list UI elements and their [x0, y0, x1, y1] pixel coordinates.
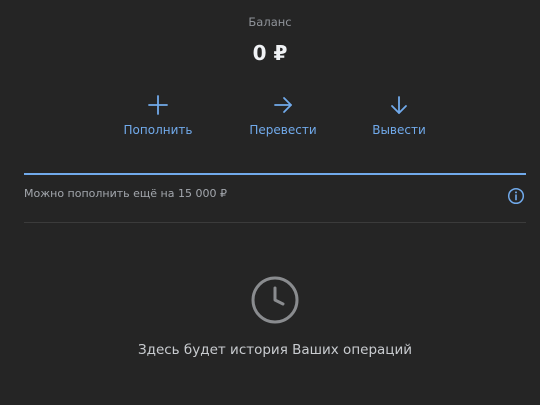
- transfer-button[interactable]: Перевести: [228, 91, 338, 143]
- history-empty-message: Здесь будет история Ваших операций: [137, 342, 413, 358]
- clock-icon: [251, 276, 299, 324]
- arrow-right-icon: [274, 97, 292, 113]
- section-divider: [24, 222, 526, 223]
- balance-caption: Баланс: [248, 15, 292, 29]
- balance-amount: 0 ₽: [252, 41, 288, 65]
- top-up-limit-progress-fill: [24, 173, 526, 175]
- top-up-limit-progress: [24, 173, 526, 175]
- top-up-button[interactable]: Пополнить: [103, 91, 213, 143]
- wallet-panel: Баланс 0 ₽ Пополнить Перевести Вывести М…: [0, 0, 540, 405]
- plus-icon: [148, 95, 168, 115]
- transfer-label: Перевести: [249, 123, 317, 137]
- top-up-label: Пополнить: [123, 123, 193, 137]
- withdraw-label: Вывести: [372, 123, 426, 137]
- top-up-limit-text: Можно пополнить ещё на 15 000 ₽: [24, 187, 227, 200]
- info-icon[interactable]: [507, 187, 525, 205]
- arrow-down-icon: [391, 96, 407, 114]
- withdraw-button[interactable]: Вывести: [344, 91, 454, 143]
